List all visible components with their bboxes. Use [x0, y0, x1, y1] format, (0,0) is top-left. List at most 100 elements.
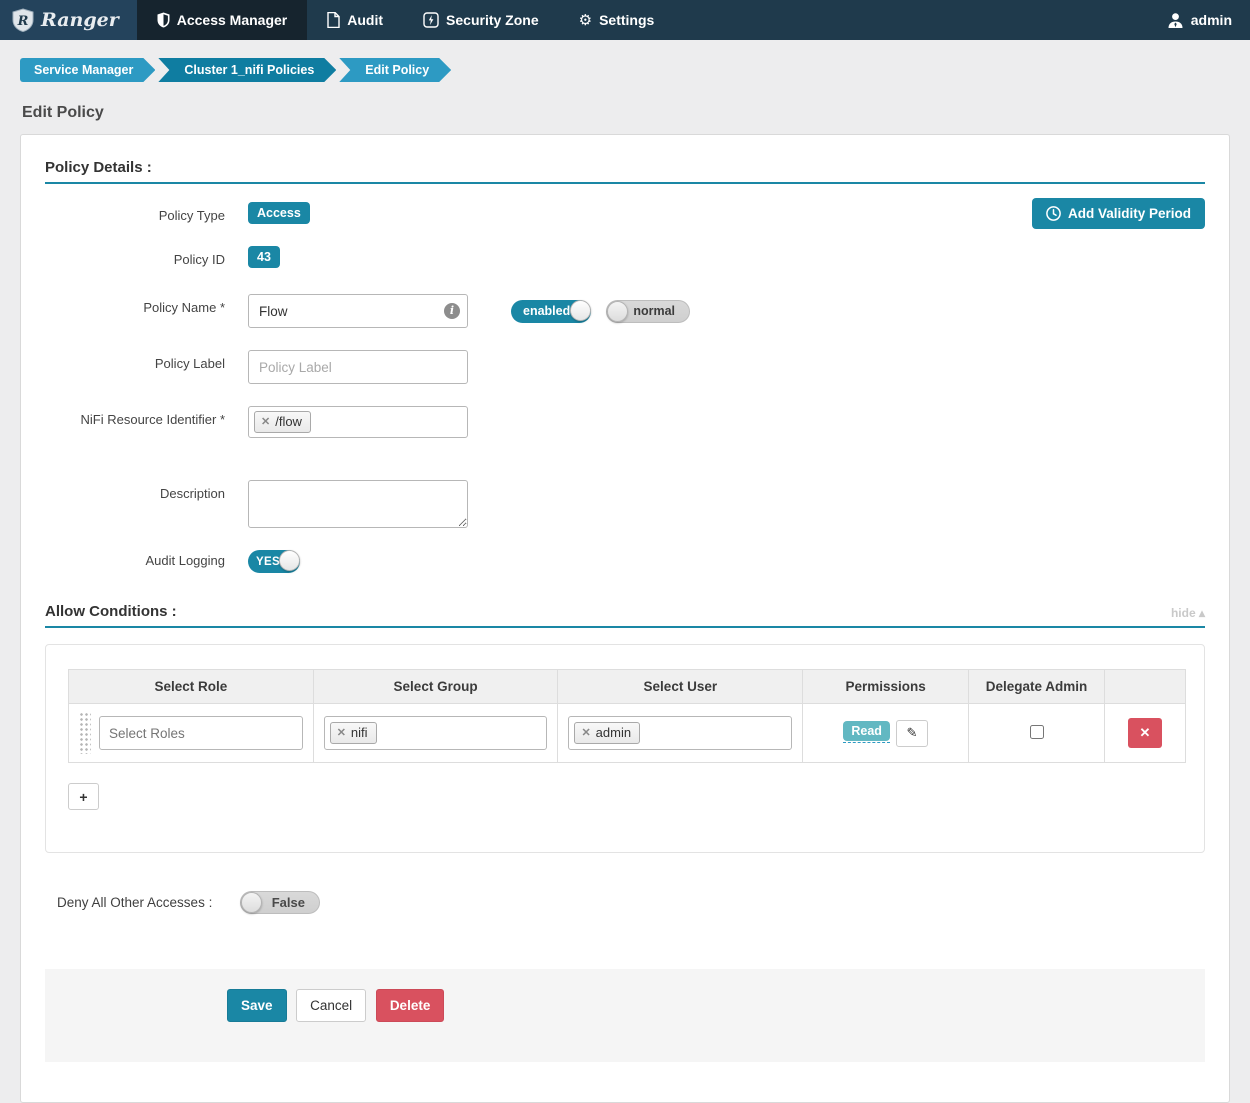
- policy-id-badge: 43: [248, 246, 280, 268]
- gear-icon: ⚙: [579, 11, 592, 29]
- allow-conditions-title: Allow Conditions :: [45, 603, 177, 620]
- delete-button[interactable]: Delete: [376, 989, 445, 1022]
- policy-type-badge: Access: [248, 202, 310, 224]
- toggle-knob: [570, 300, 591, 321]
- nav-item-settings[interactable]: ⚙ Settings: [559, 0, 675, 40]
- nav-item-label: Access Manager: [177, 12, 288, 28]
- delete-row-button[interactable]: ✕: [1128, 718, 1162, 748]
- hide-toggle-link[interactable]: hide ▴: [1171, 606, 1205, 620]
- audit-toggle-label: YES: [256, 556, 280, 568]
- resource-identifier-row: NiFi Resource Identifier * ✕ /flow: [45, 406, 1205, 438]
- permission-badge-wrap: Read: [843, 723, 890, 743]
- policy-label-label: Policy Label: [45, 350, 225, 371]
- user-icon: [1167, 12, 1184, 29]
- pencil-icon: ✎: [906, 725, 917, 740]
- policy-id-row: Policy ID 43: [45, 246, 1205, 268]
- header-actions: [1105, 670, 1186, 704]
- add-condition-button[interactable]: +: [68, 783, 99, 810]
- header-delegate-admin: Delegate Admin: [969, 670, 1105, 704]
- header-select-user: Select User: [558, 670, 803, 704]
- cancel-button[interactable]: Cancel: [296, 989, 366, 1022]
- nav-item-label: Audit: [347, 12, 383, 28]
- deny-accesses-toggle[interactable]: False: [240, 891, 320, 914]
- select-group-input[interactable]: ✕ nifi: [324, 716, 548, 750]
- audit-logging-row: Audit Logging YES: [45, 550, 1205, 573]
- delegate-admin-checkbox[interactable]: [1030, 725, 1044, 739]
- permissions-table: Select Role Select Group Select User Per…: [68, 669, 1186, 763]
- username: admin: [1191, 12, 1232, 28]
- deny-accesses-label: Deny All Other Accesses :: [57, 895, 212, 910]
- user-menu[interactable]: admin: [1167, 0, 1250, 40]
- chevron-up-icon: ▴: [1199, 606, 1205, 620]
- description-label: Description: [45, 480, 225, 501]
- ranger-shield-icon: R: [12, 8, 34, 32]
- allow-conditions-header: Allow Conditions : hide ▴: [45, 603, 1205, 628]
- document-icon: [327, 12, 340, 28]
- add-validity-period-button[interactable]: Add Validity Period: [1032, 198, 1205, 229]
- save-button[interactable]: Save: [227, 989, 287, 1022]
- resource-identifier-label: NiFi Resource Identifier *: [45, 406, 225, 427]
- deny-accesses-row: Deny All Other Accesses : False: [57, 891, 1205, 914]
- table-row: ✕ nifi ✕ admin: [69, 704, 1186, 763]
- remove-chip-icon[interactable]: ✕: [581, 726, 590, 739]
- remove-chip-icon[interactable]: ✕: [337, 726, 346, 739]
- permission-badge: Read: [843, 721, 890, 741]
- policy-label-row: Policy Label: [45, 350, 1205, 384]
- policy-details-title: Policy Details :: [45, 159, 152, 176]
- hide-label: hide: [1171, 606, 1196, 620]
- policy-name-label: Policy Name *: [45, 294, 225, 315]
- nav-menu: Access Manager Audit Security Zone ⚙ Set…: [137, 0, 675, 40]
- breadcrumb-edit-policy[interactable]: Edit Policy: [339, 58, 451, 82]
- page-title: Edit Policy: [22, 104, 1230, 122]
- deny-toggle-label: False: [272, 895, 305, 910]
- toggle-knob: [241, 892, 262, 913]
- nav-item-security-zone[interactable]: Security Zone: [403, 0, 559, 40]
- form-actions: Save Cancel Delete: [45, 969, 1205, 1062]
- audit-logging-toggle[interactable]: YES: [248, 550, 300, 573]
- edit-permissions-button[interactable]: ✎: [896, 720, 928, 747]
- ranger-logo[interactable]: R Ranger: [0, 0, 137, 40]
- breadcrumb-service-manager[interactable]: Service Manager: [20, 58, 155, 82]
- breadcrumb-policies[interactable]: Cluster 1_nifi Policies: [158, 58, 336, 82]
- select-roles-input[interactable]: [99, 716, 303, 750]
- policy-details-header: Policy Details :: [45, 159, 1205, 184]
- nav-item-audit[interactable]: Audit: [307, 0, 403, 40]
- info-icon: i: [444, 303, 460, 319]
- audit-logging-label: Audit Logging: [45, 550, 225, 568]
- enabled-toggle-label: enabled: [523, 304, 570, 318]
- resource-identifier-input[interactable]: ✕ /flow: [248, 406, 468, 438]
- group-chip-label: nifi: [351, 725, 368, 740]
- normal-toggle[interactable]: normal: [606, 300, 690, 323]
- user-chip-label: admin: [596, 725, 631, 740]
- bolt-icon: [423, 12, 439, 28]
- description-row: Description: [45, 480, 1205, 528]
- header-select-group: Select Group: [313, 670, 558, 704]
- header-permissions: Permissions: [803, 670, 969, 704]
- policy-type-label: Policy Type: [45, 202, 225, 223]
- top-navbar: R Ranger Access Manager Audit Security Z…: [0, 0, 1250, 40]
- nav-item-access-manager[interactable]: Access Manager: [137, 0, 308, 40]
- drag-handle[interactable]: [79, 712, 91, 754]
- toggle-knob: [607, 301, 628, 322]
- nav-item-label: Settings: [599, 12, 654, 28]
- select-user-input[interactable]: ✕ admin: [568, 716, 792, 750]
- resource-chip: ✕ /flow: [254, 411, 311, 433]
- policy-label-input[interactable]: [248, 350, 468, 384]
- remove-chip-icon[interactable]: ✕: [261, 415, 270, 428]
- policy-name-input[interactable]: [248, 294, 468, 328]
- shield-icon: [157, 12, 170, 28]
- user-chip: ✕ admin: [574, 722, 640, 744]
- toggle-knob: [279, 550, 300, 571]
- enabled-toggle[interactable]: enabled: [511, 300, 591, 323]
- svg-text:R: R: [17, 14, 29, 29]
- nav-item-label: Security Zone: [446, 12, 539, 28]
- policy-details-form: Add Validity Period Policy Type Access P…: [45, 184, 1205, 573]
- breadcrumb: Service Manager Cluster 1_nifi Policies …: [20, 58, 1230, 82]
- description-textarea[interactable]: [248, 480, 468, 528]
- policy-name-row: Policy Name * i enabled normal: [45, 294, 1205, 328]
- policy-id-label: Policy ID: [45, 246, 225, 267]
- normal-toggle-label: normal: [633, 304, 675, 318]
- edit-policy-card: Policy Details : Add Validity Period Pol…: [20, 134, 1230, 1103]
- table-header-row: Select Role Select Group Select User Per…: [69, 670, 1186, 704]
- clock-icon: [1046, 206, 1061, 221]
